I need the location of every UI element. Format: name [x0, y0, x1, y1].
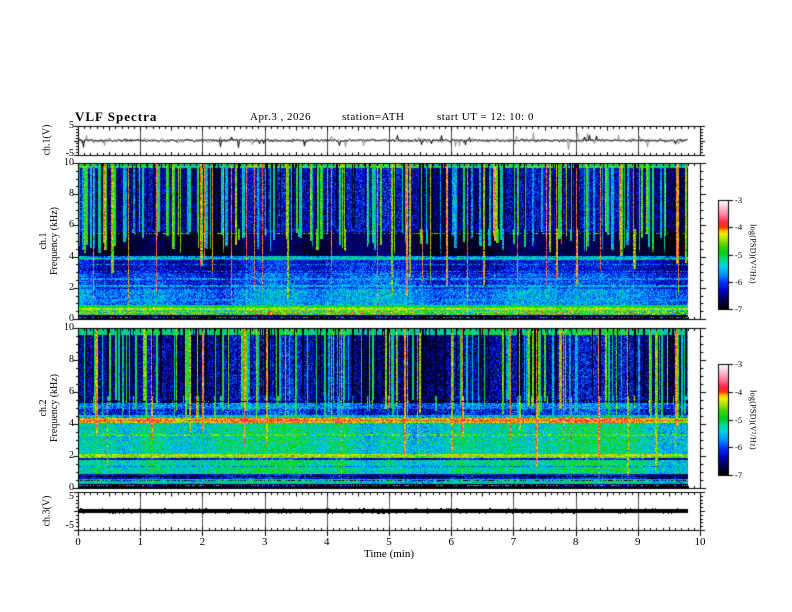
ch1-wave-y-tick-label: -5 — [65, 148, 74, 159]
ch1-spec-axis-label-line1: ch.1 — [38, 232, 49, 250]
x-tick-label: 10 — [694, 536, 706, 548]
ch2-spec-axis-label: ch.2 Frequency (kHz) — [38, 374, 60, 442]
colorbar2-tick-label: -5 — [735, 414, 743, 425]
ch2-spec-y-tick-label: 2 — [69, 450, 74, 461]
x-tick-label: 8 — [572, 536, 579, 548]
ch3-wave-y-tick-label: 5 — [69, 491, 74, 502]
colorbar1-tick-label: -7 — [735, 304, 743, 314]
ch1-spec-axis-label-line2: Frequency (kHz) — [49, 206, 60, 276]
time-axis-title: Time (min) — [363, 548, 415, 560]
x-tick-label: 7 — [510, 536, 517, 548]
ch2-spec-y-tick-label: 4 — [69, 418, 74, 429]
ch1-spec-y-tick-label: 2 — [69, 281, 74, 293]
header-start-ut: start UT = 12: 10: 0 — [437, 111, 534, 123]
x-tick-label: 5 — [386, 536, 392, 548]
colorbar1-tick-label: -4 — [735, 222, 743, 233]
ch2-spec-y-tick-label: 8 — [69, 354, 74, 365]
colorbar1-tick-label: -3 — [735, 195, 743, 205]
ch1-spec-axis-label: ch.1 Frequency (kHz) — [38, 207, 60, 275]
x-tick-label: 2 — [199, 536, 206, 548]
x-tick-label: 3 — [261, 536, 268, 548]
colorbar2-tick-label: -4 — [735, 386, 743, 397]
ch2-spec-axis-label-line1: ch.2 — [38, 399, 49, 417]
x-tick-label: 1 — [137, 536, 143, 548]
ch2-spec-y-tick-label: 6 — [69, 386, 74, 397]
header-date: Apr.3 , 2026 — [250, 111, 311, 123]
colorbar2-title: log(PSD)(V²/Hz) — [748, 390, 758, 450]
x-tick-label: 4 — [324, 536, 330, 548]
ch2-spec-axis-label-line2: Frequency (kHz) — [49, 373, 60, 443]
ch3-wave-y-tick-label: -5 — [65, 520, 74, 531]
x-tick-label: 0 — [75, 536, 81, 548]
header-station: station=ATH — [342, 111, 405, 123]
x-tick-label: 9 — [635, 536, 641, 548]
ch1-spec-y-tick-label: 4 — [69, 250, 74, 262]
vlf-spectra-figure: VLF Spectra Apr.3 , 2026 station=ATH sta… — [0, 0, 792, 612]
ch2-spec-y-tick-label: 10 — [64, 322, 74, 333]
colorbar2-tick-label: -6 — [735, 442, 743, 453]
colorbar1-tick-label: -6 — [735, 276, 743, 287]
colorbar1-tick-label: -5 — [735, 249, 743, 260]
ch1-spec-y-tick-label: 8 — [69, 188, 74, 200]
colorbar2-tick-label: -3 — [735, 359, 743, 369]
plot-canvas — [0, 0, 792, 612]
x-tick-label: 6 — [448, 536, 454, 548]
colorbar1-title: log(PSD)(V²/Hz) — [748, 224, 758, 284]
ch1-wave-y-tick-label: 5 — [69, 120, 74, 131]
colorbar2-tick-label: -7 — [735, 470, 743, 480]
page-title: VLF Spectra — [75, 109, 158, 124]
ch1-spec-y-tick-label: 6 — [69, 219, 74, 231]
